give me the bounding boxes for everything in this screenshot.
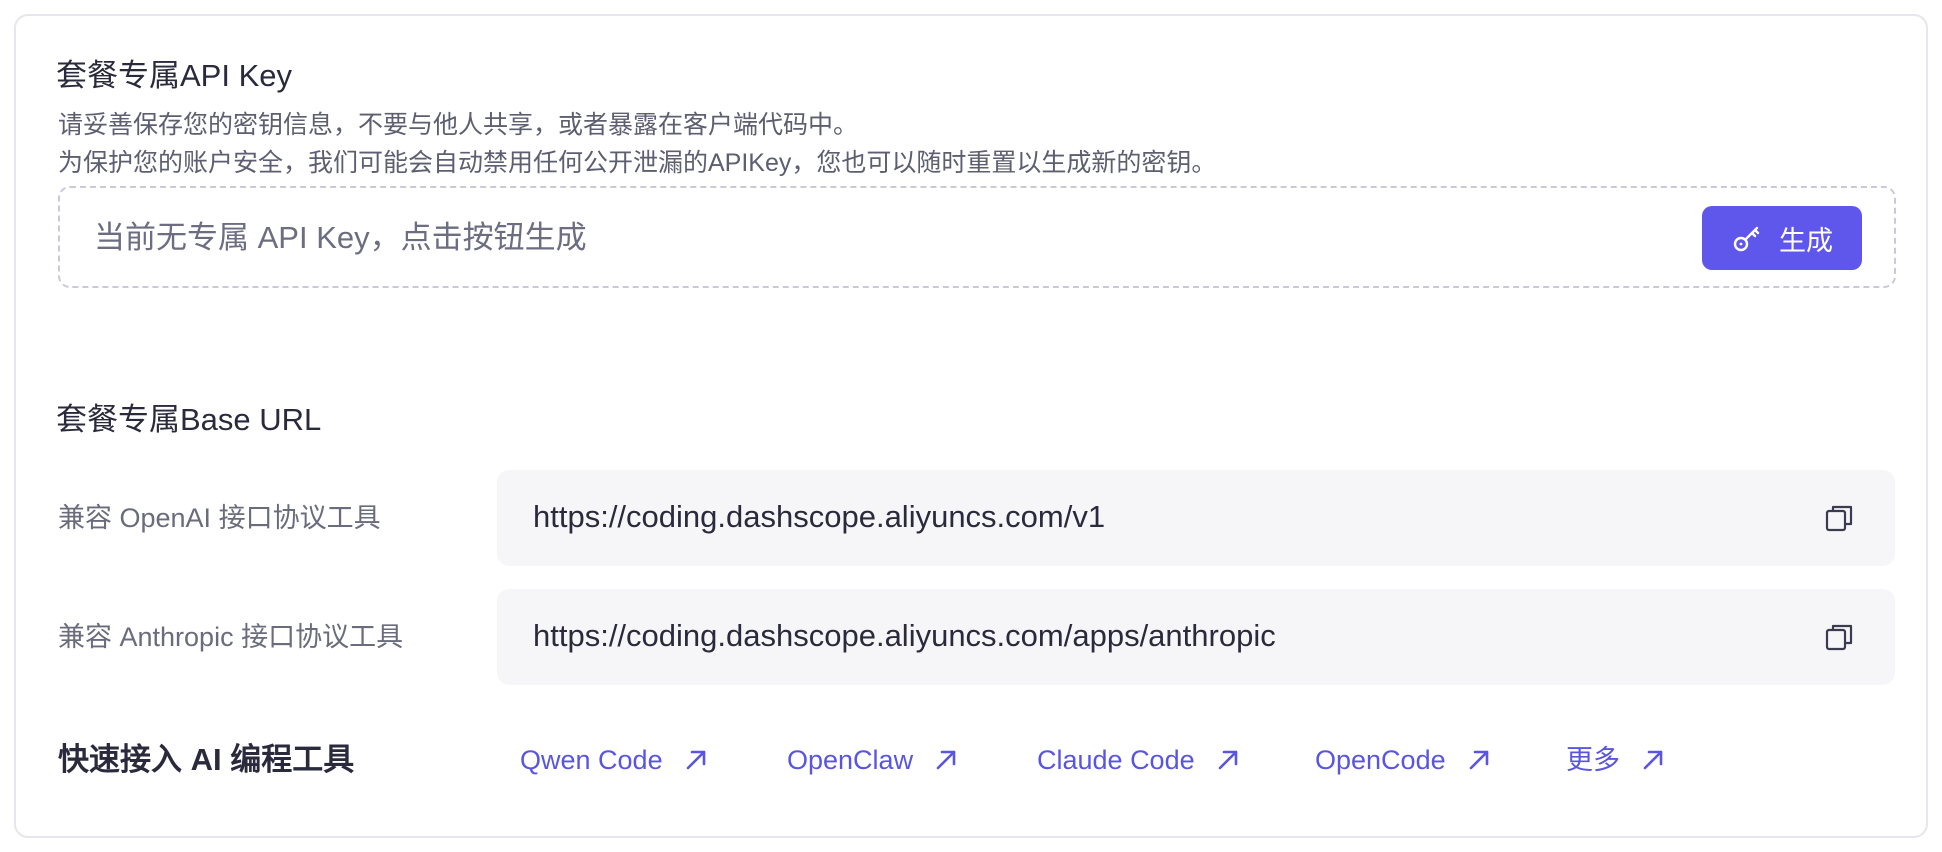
api-key-description-line-1: 请妥善保存您的密钥信息，不要与他人共享，或者暴露在客户端代码中。 (58, 111, 859, 139)
generate-key-label: 生成 (1779, 225, 1833, 256)
tool-link-label: OpenClaw (787, 745, 914, 775)
external-arrow-icon (1640, 747, 1666, 773)
api-key-placeholder: 当前无专属 API Key，点击按钮生成 (94, 220, 587, 255)
tool-link-label: Qwen Code (520, 745, 663, 775)
external-arrow-icon (1215, 747, 1241, 773)
tool-link-more[interactable]: 更多 (1566, 741, 1666, 779)
base-url-section-title: 套餐专属Base URL (56, 402, 322, 437)
openai-compat-label: 兼容 OpenAI 接口协议工具 (58, 503, 381, 533)
ai-tools-section-title: 快速接入 AI 编程工具 (58, 742, 355, 777)
anthropic-base-url-field: https://coding.dashscope.aliyuncs.com/ap… (497, 589, 1895, 685)
tool-link-label: OpenCode (1315, 745, 1446, 775)
tool-link-qwen-code[interactable]: Qwen Code (520, 741, 709, 779)
tool-link-opencode[interactable]: OpenCode (1315, 741, 1492, 779)
openai-base-url-field: https://coding.dashscope.aliyuncs.com/v1 (497, 470, 1895, 566)
copy-icon[interactable] (1823, 621, 1855, 653)
external-arrow-icon (1466, 747, 1492, 773)
key-icon (1731, 222, 1763, 254)
external-arrow-icon (683, 747, 709, 773)
external-arrow-icon (933, 747, 959, 773)
api-key-description-line-2: 为保护您的账户安全，我们可能会自动禁用任何公开泄漏的APIKey，您也可以随时重… (58, 149, 1217, 177)
api-settings-card: 套餐专属API Key 请妥善保存您的密钥信息，不要与他人共享，或者暴露在客户端… (14, 14, 1928, 838)
tool-link-label: Claude Code (1037, 745, 1195, 775)
anthropic-base-url: https://coding.dashscope.aliyuncs.com/ap… (533, 618, 1276, 653)
copy-icon[interactable] (1823, 502, 1855, 534)
tool-link-label: 更多 (1566, 745, 1620, 775)
api-key-box: 当前无专属 API Key，点击按钮生成 生成 (58, 186, 1896, 288)
tool-link-claude-code[interactable]: Claude Code (1037, 741, 1241, 779)
tool-link-openclaw[interactable]: OpenClaw (787, 741, 959, 779)
api-key-section-title: 套餐专属API Key (56, 58, 292, 93)
generate-key-button[interactable]: 生成 (1702, 206, 1862, 270)
anthropic-compat-label: 兼容 Anthropic 接口协议工具 (58, 622, 404, 652)
openai-base-url: https://coding.dashscope.aliyuncs.com/v1 (533, 499, 1106, 534)
